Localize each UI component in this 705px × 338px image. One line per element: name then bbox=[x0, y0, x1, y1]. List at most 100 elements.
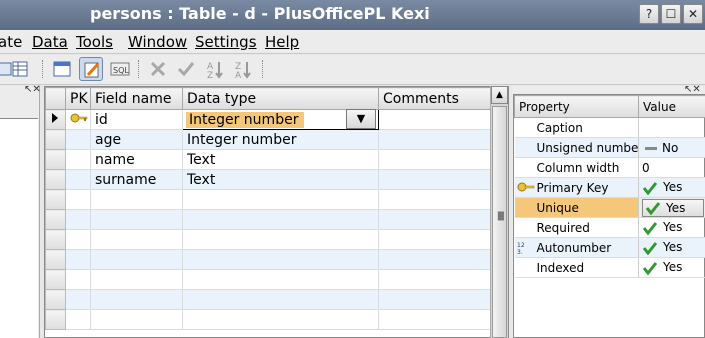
svg-text:A: A bbox=[235, 71, 242, 80]
dock-close-icon[interactable]: ↖✕ bbox=[24, 84, 41, 95]
fields-table: PK Field name Data type Comments id Inte… bbox=[45, 87, 494, 330]
help-window-button[interactable]: ? bbox=[639, 4, 659, 24]
comments-cell[interactable] bbox=[378, 149, 494, 170]
table-design-grid[interactable]: PK Field name Data type Comments id Inte… bbox=[44, 86, 509, 338]
empty-row[interactable] bbox=[45, 209, 494, 230]
property-value[interactable]: Yes bbox=[638, 217, 705, 238]
property-value[interactable] bbox=[638, 117, 705, 138]
menu-bar: ate Data Tools Window Settings Help ↖ ▪ … bbox=[0, 30, 705, 77]
menu-settings[interactable]: Settings bbox=[195, 33, 257, 51]
property-value[interactable]: Yes bbox=[638, 257, 705, 278]
menu-help[interactable]: Help bbox=[265, 33, 299, 51]
property-row[interactable]: Unsigned number No bbox=[514, 137, 705, 158]
column-header-value[interactable]: Value bbox=[638, 95, 705, 118]
column-header-pk[interactable]: PK bbox=[65, 87, 91, 110]
pk-cell[interactable] bbox=[65, 169, 91, 190]
sql-view-button[interactable]: SQL bbox=[107, 57, 131, 81]
property-row[interactable]: Required Yes bbox=[514, 217, 705, 238]
project-navigator-list[interactable] bbox=[0, 118, 38, 338]
property-value-editor[interactable]: Yes bbox=[638, 197, 705, 218]
empty-row[interactable] bbox=[45, 269, 494, 290]
sort-ascending-icon[interactable]: AZ bbox=[203, 57, 227, 81]
check-icon bbox=[642, 261, 658, 275]
column-header-data-type[interactable]: Data type bbox=[182, 87, 379, 110]
menu-data[interactable]: Data bbox=[32, 33, 68, 51]
maximize-window-button[interactable]: ☐ bbox=[661, 4, 681, 24]
data-type-value: Integer number bbox=[186, 111, 304, 128]
empty-row[interactable] bbox=[45, 309, 494, 330]
column-header-comments[interactable]: Comments bbox=[378, 87, 494, 110]
property-value-text: Yes bbox=[663, 260, 683, 275]
property-name: Primary Key bbox=[514, 177, 639, 198]
empty-row[interactable] bbox=[45, 189, 494, 210]
pk-cell[interactable] bbox=[65, 129, 91, 150]
dash-icon bbox=[645, 146, 657, 150]
property-name: 12 3. Autonumber bbox=[514, 237, 639, 258]
scroll-up-icon[interactable]: ▲ bbox=[491, 86, 508, 104]
property-row[interactable]: Indexed Yes bbox=[514, 257, 705, 278]
combo-dropdown-icon[interactable]: ▼ bbox=[346, 109, 376, 129]
field-name-cell[interactable]: age bbox=[90, 129, 183, 150]
comments-cell[interactable] bbox=[378, 109, 494, 130]
menu-tools[interactable]: Tools bbox=[76, 33, 113, 51]
table-row[interactable]: id Integer number ▼ bbox=[45, 109, 494, 130]
sort-descending-icon[interactable]: ZA bbox=[231, 57, 255, 81]
data-type-combo[interactable]: Integer number ▼ bbox=[182, 109, 379, 130]
vertical-scrollbar[interactable]: ▲ ▬ ▬ ▬ bbox=[490, 86, 508, 338]
delete-row-icon[interactable] bbox=[146, 57, 170, 81]
empty-row[interactable] bbox=[45, 289, 494, 310]
data-type-cell[interactable]: Text bbox=[182, 169, 379, 190]
property-value[interactable]: No bbox=[638, 137, 705, 158]
property-table: Property Value Caption Unsigned number N… bbox=[514, 95, 705, 278]
primary-key-icon[interactable] bbox=[65, 109, 91, 130]
current-row-indicator-icon bbox=[45, 109, 66, 130]
design-view-icon[interactable] bbox=[79, 57, 103, 81]
autonumber-icon: 123. bbox=[517, 242, 525, 255]
property-row-selected[interactable]: Unique Yes bbox=[514, 197, 705, 218]
menu-edit[interactable]: ate bbox=[0, 33, 22, 51]
data-type-cell[interactable]: Integer number bbox=[182, 129, 379, 150]
property-name: Required bbox=[514, 217, 639, 238]
table-data-view-icon[interactable] bbox=[8, 57, 32, 81]
property-row[interactable]: 12 3. Autonumber Yes bbox=[514, 237, 705, 258]
property-row[interactable]: Primary Key Yes bbox=[514, 177, 705, 198]
form-view-icon[interactable] bbox=[50, 57, 74, 81]
close-window-button[interactable]: ✕ bbox=[683, 4, 703, 24]
svg-text:3.: 3. bbox=[517, 249, 523, 255]
property-value-text: No bbox=[662, 140, 679, 155]
scroll-thumb[interactable]: ▬ ▬ ▬ bbox=[492, 106, 507, 338]
table-row[interactable]: name Text bbox=[45, 149, 494, 170]
property-row[interactable]: Caption bbox=[514, 117, 705, 138]
property-row[interactable]: Column width 0 bbox=[514, 157, 705, 178]
property-editor[interactable]: Property Value Caption Unsigned number N… bbox=[513, 94, 705, 338]
property-name: Indexed bbox=[514, 257, 639, 278]
property-value-text: Yes bbox=[663, 180, 683, 195]
toolbar-separator bbox=[42, 60, 44, 78]
svg-text:12: 12 bbox=[517, 242, 525, 249]
property-value-combo[interactable]: Yes bbox=[642, 198, 705, 217]
property-name: Column width bbox=[514, 157, 639, 178]
field-name-cell[interactable]: surname bbox=[90, 169, 183, 190]
accept-icon[interactable] bbox=[174, 57, 198, 81]
property-value[interactable]: Yes bbox=[638, 177, 705, 198]
table-row[interactable]: age Integer number bbox=[45, 129, 494, 150]
field-name-cell[interactable]: id bbox=[90, 109, 183, 130]
column-header-field-name[interactable]: Field name bbox=[90, 87, 183, 110]
property-value[interactable]: 0 bbox=[638, 157, 705, 178]
property-value-text: Yes bbox=[663, 220, 683, 235]
empty-row[interactable] bbox=[45, 229, 494, 250]
window-title: persons : Table - d - PlusOfficePL Kexi bbox=[90, 4, 430, 23]
scroll-grip-icon: ▬ ▬ ▬ bbox=[497, 208, 505, 223]
menu-window[interactable]: Window bbox=[128, 33, 187, 51]
field-name-cell[interactable]: name bbox=[90, 149, 183, 170]
property-value[interactable]: Yes bbox=[638, 237, 705, 258]
empty-row[interactable] bbox=[45, 249, 494, 270]
data-type-cell[interactable]: Text bbox=[182, 149, 379, 170]
column-header-property[interactable]: Property bbox=[514, 95, 639, 118]
svg-text:Z: Z bbox=[207, 71, 213, 80]
row-header bbox=[45, 129, 66, 150]
pk-cell[interactable] bbox=[65, 149, 91, 170]
comments-cell[interactable] bbox=[378, 169, 494, 190]
table-row[interactable]: surname Text bbox=[45, 169, 494, 190]
comments-cell[interactable] bbox=[378, 129, 494, 150]
